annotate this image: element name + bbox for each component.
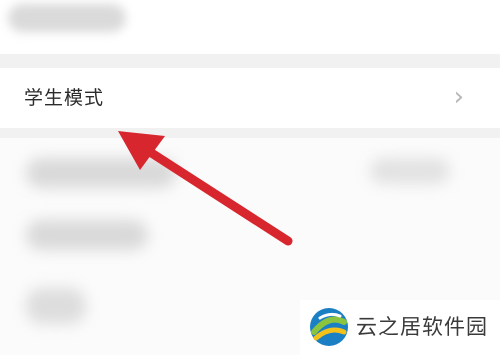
student-mode-row[interactable]: 学生模式 › — [0, 68, 500, 128]
watermark-logo-icon — [310, 308, 348, 346]
settings-group-top — [0, 0, 500, 54]
student-mode-label: 学生模式 — [24, 87, 105, 109]
blurred-setting-item — [26, 288, 86, 324]
blurred-setting-item — [26, 220, 148, 250]
blurred-setting-item — [8, 4, 126, 32]
watermark: 云之居软件园 — [300, 300, 500, 355]
watermark-text: 云之居软件园 — [356, 315, 488, 339]
blurred-setting-value — [370, 158, 450, 184]
chevron-right-icon: › — [453, 82, 464, 112]
blurred-setting-item — [26, 158, 176, 188]
